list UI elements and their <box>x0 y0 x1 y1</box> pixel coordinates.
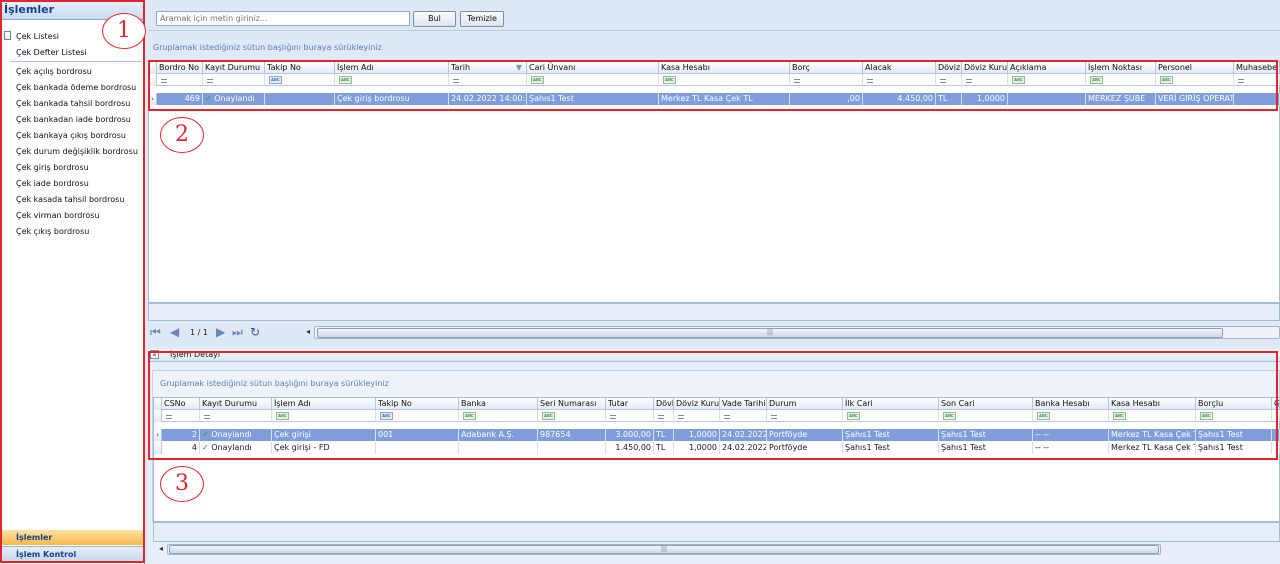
top-grid-footer <box>148 303 1280 321</box>
previous-page-icon[interactable]: ◀ <box>170 325 179 339</box>
pager-bar: ⏮ ◀ 1 / 1 ▶ ⏭ ↻ ◂ ||| <box>148 323 1280 343</box>
detail-horizontal-scrollbar[interactable]: ||| <box>167 544 1161 555</box>
clear-button[interactable]: Temizle <box>460 11 504 27</box>
scroll-left-icon[interactable]: ◂ <box>306 327 310 336</box>
detail-grid-footer <box>153 522 1280 542</box>
annotation-box-1 <box>0 0 145 563</box>
scrollbar-thumb[interactable]: ||| <box>169 545 1159 554</box>
annotation-box-2 <box>148 60 1278 111</box>
annotation-box-3 <box>148 351 1278 460</box>
annotation-number-2: 2 <box>160 117 204 153</box>
find-button[interactable]: Bul <box>413 11 456 27</box>
next-page-icon[interactable]: ▶ <box>216 325 225 339</box>
annotation-number-1: 1 <box>102 13 146 49</box>
page-indicator: 1 / 1 <box>190 328 208 337</box>
refresh-icon[interactable]: ↻ <box>250 325 260 339</box>
horizontal-scrollbar[interactable]: ||| <box>314 326 1280 339</box>
annotation-number-3: 3 <box>160 466 204 502</box>
scrollbar-thumb[interactable]: ||| <box>317 328 1223 338</box>
scroll-left-icon[interactable]: ◂ <box>159 544 163 553</box>
search-input[interactable] <box>156 11 410 26</box>
last-page-icon[interactable]: ⏭ <box>232 325 243 340</box>
first-page-icon[interactable]: ⏮ <box>150 325 161 340</box>
group-hint: Gruplamak istediğiniz sütun başlığını bu… <box>153 43 382 52</box>
toolbar-divider <box>148 30 1280 31</box>
